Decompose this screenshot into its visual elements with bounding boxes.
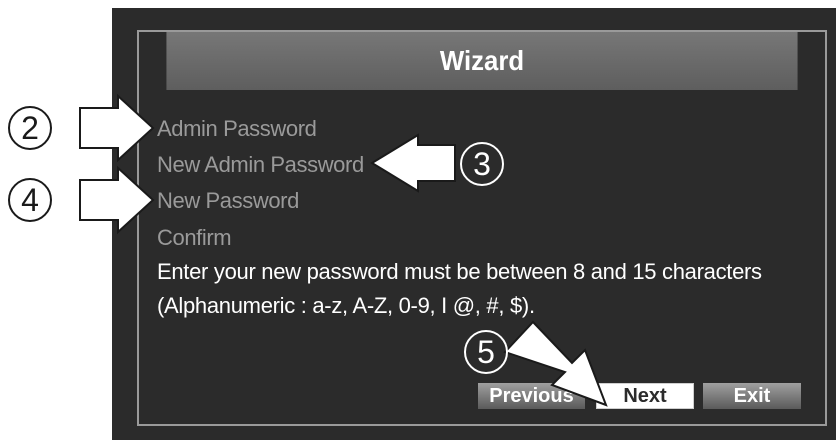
callout-2-badge: 2 (8, 106, 52, 150)
callout-3-badge: 3 (460, 142, 504, 186)
instruction-text-line1: Enter your new password must be between … (157, 259, 762, 284)
next-button[interactable]: Next (596, 383, 694, 409)
new-password-field[interactable]: New Password (157, 188, 299, 214)
new-admin-password-field[interactable]: New Admin Password (157, 152, 364, 178)
exit-button[interactable]: Exit (703, 383, 801, 409)
instruction-text-line2: (Alphanumeric : a-z, A-Z, 0-9, I @, #, $… (157, 293, 535, 318)
admin-password-field[interactable]: Admin Password (157, 116, 317, 142)
confirm-field[interactable]: Confirm (157, 225, 232, 251)
callout-5-badge: 5 (464, 330, 508, 374)
previous-button[interactable]: Previous (478, 383, 585, 409)
callout-4-badge: 4 (8, 178, 52, 222)
dialog-title: Wizard (166, 32, 798, 90)
